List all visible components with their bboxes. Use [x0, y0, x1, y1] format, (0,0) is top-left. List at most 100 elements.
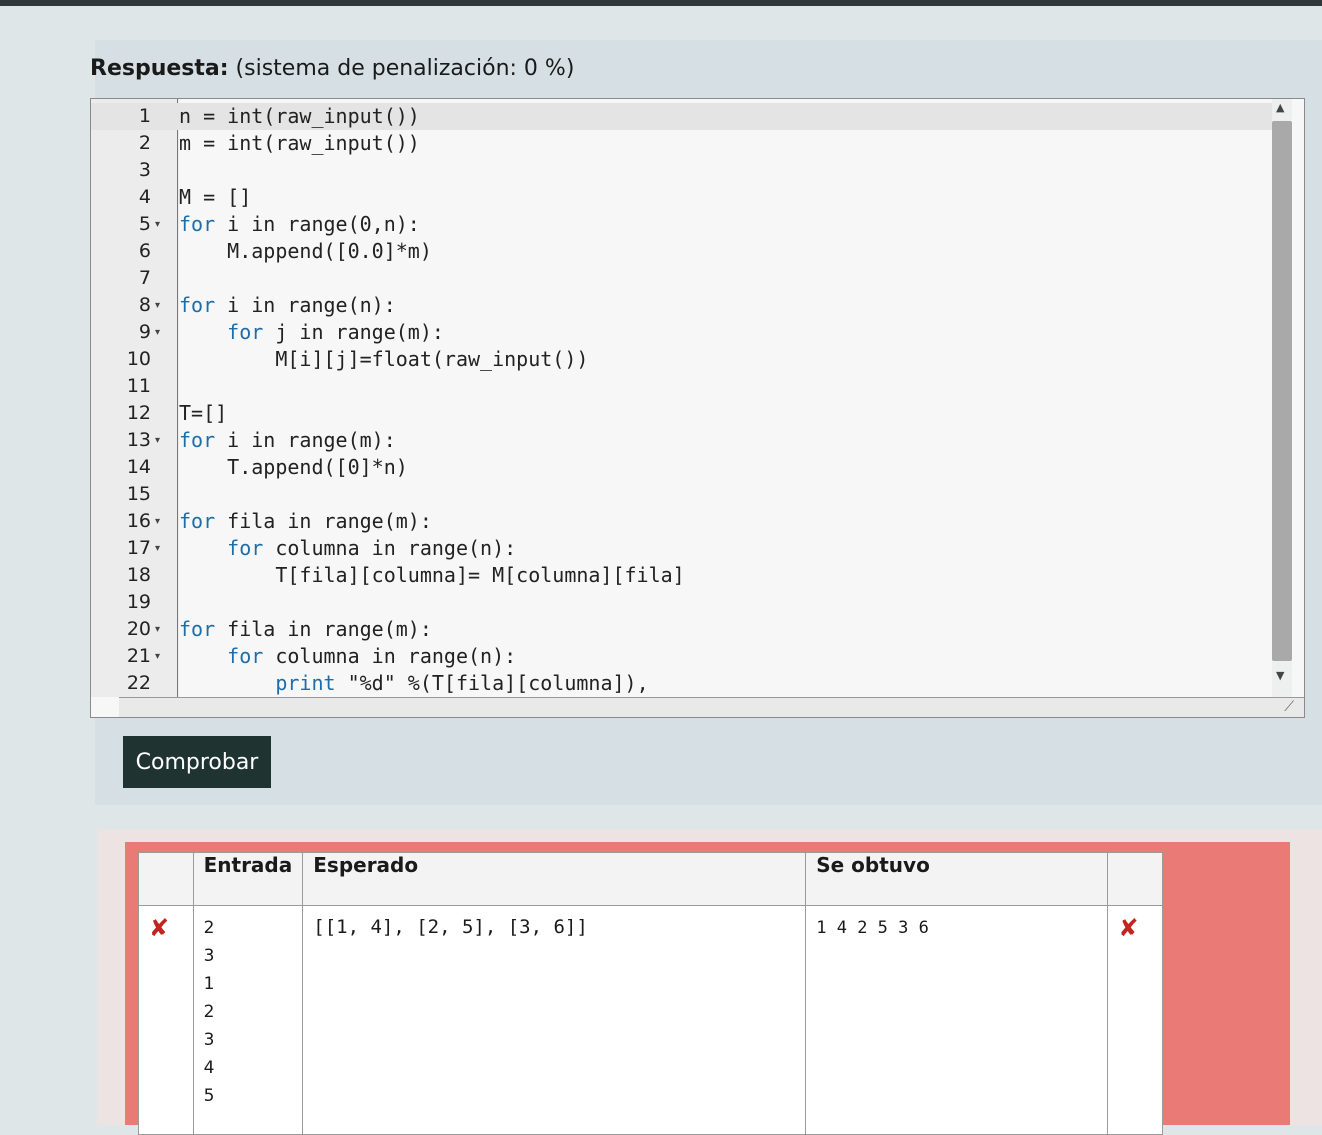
code-line[interactable]: 5 ▾ for i in range(0,n): — [91, 211, 1276, 238]
input-line: 3 — [203, 1030, 215, 1050]
results-header-row: Entrada Esperado Se obtuvo — [138, 852, 1163, 906]
expected-cell: [[1, 4], [2, 5], [3, 6]] — [302, 905, 807, 1135]
code-line[interactable]: 19 — [91, 589, 1276, 616]
line-number: 21 — [126, 645, 151, 667]
code-text: T=[] — [179, 400, 227, 427]
code-rest: "%d" %(T[fila][columna]), — [335, 671, 649, 695]
code-line[interactable]: 16 ▾ for fila in range(m): — [91, 508, 1276, 535]
check-button[interactable]: Comprobar — [123, 736, 271, 788]
line-number: 3 — [138, 159, 151, 181]
code-line[interactable]: 2 m = int(raw_input()) — [91, 130, 1276, 157]
scroll-thumb[interactable] — [1272, 121, 1292, 661]
expected-output: [[1, 4], [2, 5], [3, 6]] — [313, 916, 588, 938]
code-line[interactable]: 8 ▾ for i in range(n): — [91, 292, 1276, 319]
line-number: 11 — [126, 375, 151, 397]
code-line[interactable]: 22 print "%d" %(T[fila][columna]), — [91, 670, 1276, 697]
code-keyword: for — [227, 536, 264, 560]
code-rest: T=[] — [179, 401, 228, 425]
line-number: 4 — [138, 186, 151, 208]
obtenido-header: Se obtuvo — [805, 852, 1109, 906]
code-line[interactable]: 12 T=[] — [91, 400, 1276, 427]
line-number: 8 — [138, 294, 151, 316]
line-number: 9 — [138, 321, 151, 343]
code-text: n = int(raw_input()) — [179, 103, 420, 130]
code-keyword: for — [179, 212, 216, 236]
code-keyword: print — [275, 671, 336, 695]
line-number: 1 — [138, 105, 151, 127]
code-rest: m = int(raw_input()) — [179, 131, 420, 155]
code-line[interactable]: 18 T[fila][columna]= M[columna][fila] — [91, 562, 1276, 589]
code-line[interactable]: 21 ▾ for columna in range(n): — [91, 643, 1276, 670]
editor-scrollbar[interactable]: ▲ ▼ — [1272, 99, 1292, 697]
code-line[interactable]: 3 — [91, 157, 1276, 184]
code-rest: fila in range(m): — [215, 509, 432, 533]
code-editor[interactable]: 1 n = int(raw_input()) 2 m = int(raw_input(… — [90, 98, 1305, 718]
input-line: 5 — [203, 1086, 215, 1106]
code-rest: T[fila][columna]= M[columna][fila] — [275, 563, 685, 587]
fold-arrow-icon[interactable]: ▾ — [155, 535, 160, 562]
code-line[interactable]: 9 ▾ for j in range(m): — [91, 319, 1276, 346]
code-keyword: for — [227, 320, 264, 344]
code-rest: i in range(n): — [215, 293, 396, 317]
line-number: 5 — [138, 213, 151, 235]
editor-status-bar — [119, 697, 1304, 717]
results-table: Entrada Esperado Se obtuvo ✘ 2 3 1 2 3 4… — [138, 852, 1163, 1135]
resize-grip-icon[interactable]: ⟋ — [1284, 699, 1294, 715]
scroll-up-icon[interactable]: ▲ — [1276, 101, 1284, 114]
fold-arrow-icon[interactable]: ▾ — [155, 292, 160, 319]
got-cell: 1 4 2 5 3 6 — [805, 905, 1109, 1135]
answer-heading: Respuesta: (sistema de penalización: 0 %… — [90, 56, 574, 81]
code-line[interactable]: 17 ▾ for columna in range(n): — [91, 535, 1276, 562]
code-rest: T.append([0]*n) — [227, 455, 408, 479]
got-output: 1 4 2 5 3 6 — [816, 918, 929, 938]
line-number: 12 — [126, 402, 151, 424]
code-text: M.append([0.0]*m) — [179, 238, 432, 265]
code-line[interactable]: 6 M.append([0.0]*m) — [91, 238, 1276, 265]
code-line[interactable]: 4 M = [] — [91, 184, 1276, 211]
answer-label: Respuesta: — [90, 56, 229, 81]
code-rest: j in range(m): — [263, 320, 444, 344]
fold-arrow-icon[interactable]: ▾ — [155, 211, 160, 238]
code-rest: M.append([0.0]*m) — [227, 239, 432, 263]
line-number: 19 — [126, 591, 151, 613]
scroll-down-icon[interactable]: ▼ — [1276, 669, 1284, 682]
code-rest: fila in range(m): — [215, 617, 432, 641]
code-line[interactable]: 20 ▾ for fila in range(m): — [91, 616, 1276, 643]
fold-arrow-icon[interactable]: ▾ — [155, 319, 160, 346]
code-text: for i in range(0,n): — [179, 211, 420, 238]
line-number: 13 — [126, 429, 151, 451]
code-line[interactable]: 15 — [91, 481, 1276, 508]
code-text: print "%d" %(T[fila][columna]), — [179, 670, 649, 697]
code-keyword: for — [179, 509, 216, 533]
code-line[interactable]: 7 — [91, 265, 1276, 292]
input-line: 4 — [203, 1058, 215, 1078]
code-text: T.append([0]*n) — [179, 454, 408, 481]
code-line[interactable]: 14 T.append([0]*n) — [91, 454, 1276, 481]
code-line[interactable]: 13 ▾ for i in range(m): — [91, 427, 1276, 454]
code-rest: columna in range(n): — [263, 536, 517, 560]
code-rest: i in range(m): — [215, 428, 396, 452]
fail-icon: ✘ — [149, 914, 170, 942]
fold-arrow-icon[interactable]: ▾ — [155, 427, 160, 454]
code-rest: n = int(raw_input()) — [179, 104, 420, 128]
code-text: for fila in range(m): — [179, 508, 432, 535]
fold-arrow-icon[interactable]: ▾ — [155, 616, 160, 643]
code-keyword: for — [179, 617, 216, 641]
code-rest: M = [] — [179, 185, 252, 209]
line-number: 10 — [126, 348, 151, 370]
line-number: 2 — [138, 132, 151, 154]
code-line[interactable]: 1 n = int(raw_input()) — [91, 103, 1276, 130]
line-number: 14 — [126, 456, 151, 478]
code-line[interactable]: 10 M[i][j]=float(raw_input()) — [91, 346, 1276, 373]
input-line: 3 — [203, 946, 215, 966]
input-cell: 2 3 1 2 3 4 5 — [192, 905, 304, 1135]
fold-arrow-icon[interactable]: ▾ — [155, 508, 160, 535]
code-line[interactable]: 11 — [91, 373, 1276, 400]
fold-arrow-icon[interactable]: ▾ — [155, 643, 160, 670]
status-cell: ✘ — [138, 905, 194, 1135]
top-bar — [0, 0, 1322, 6]
